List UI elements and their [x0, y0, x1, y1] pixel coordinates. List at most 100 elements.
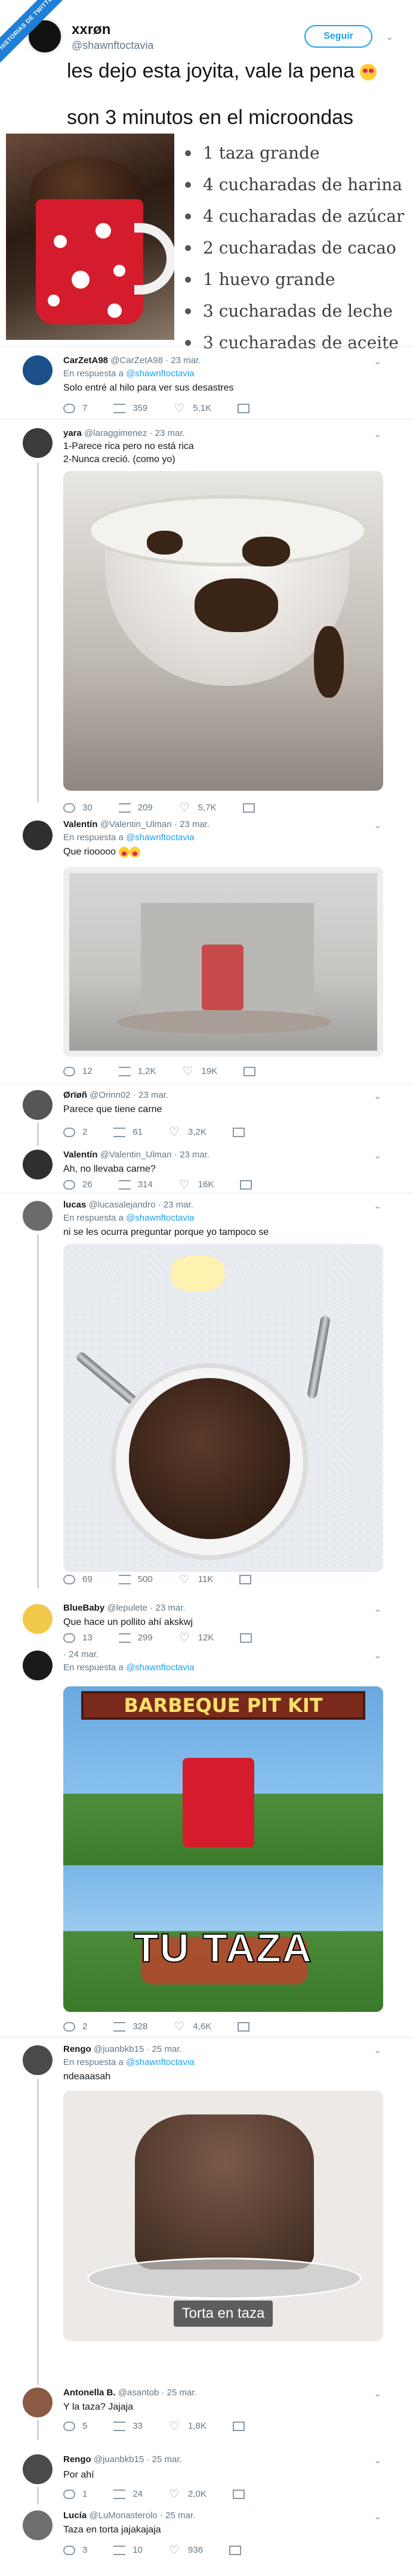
- retweet-button[interactable]: 359: [113, 403, 147, 413]
- retweet-button[interactable]: 10: [113, 2545, 143, 2555]
- tweet-photo[interactable]: [6, 134, 174, 340]
- cake: [129, 1378, 290, 1539]
- avatar[interactable]: [23, 1090, 53, 1120]
- retweet-button[interactable]: 1,2K: [118, 1066, 156, 1076]
- chevron-down-icon[interactable]: ⌄: [374, 2454, 381, 2466]
- retweet-button[interactable]: 33: [113, 2421, 143, 2431]
- reply-icon: [63, 2421, 75, 2431]
- chevron-down-icon[interactable]: ⌄: [374, 2388, 381, 2399]
- reply-to-link[interactable]: @shawnftoctavia: [126, 832, 194, 843]
- author-name[interactable]: xxrøn: [72, 21, 153, 38]
- avatar[interactable]: [23, 1651, 53, 1680]
- reply-button[interactable]: 26: [63, 1179, 93, 1190]
- tweet-actions: 1 24 2,0K: [63, 2487, 278, 2501]
- dm-button[interactable]: [240, 1179, 259, 1190]
- chevron-down-icon[interactable]: ⌄: [374, 2510, 381, 2522]
- reply-header: CarZetA98 @CarZetA98 · 23 mar.: [63, 355, 201, 366]
- avatar[interactable]: [23, 1201, 53, 1231]
- reply-to-link[interactable]: @shawnftoctavia: [126, 369, 194, 379]
- dm-button[interactable]: [244, 1066, 263, 1076]
- dm-button[interactable]: [232, 2421, 252, 2431]
- avatar[interactable]: [23, 428, 53, 458]
- envelope-icon: [239, 1574, 252, 1584]
- heart-icon: [169, 2487, 181, 2501]
- avatar[interactable]: [23, 2510, 53, 2540]
- reply-button[interactable]: 5: [63, 2421, 87, 2431]
- chevron-down-icon[interactable]: ⌄: [374, 1150, 381, 1162]
- main-author[interactable]: xxrøn @shawnftoctavia: [26, 18, 153, 55]
- heart-icon: [174, 401, 186, 416]
- avatar[interactable]: [23, 1150, 53, 1179]
- reply-text: Que hace un pollito ahí akskwj: [63, 1617, 193, 1627]
- thread-line: [37, 2079, 39, 2385]
- reply-to-link[interactable]: @shawnftoctavia: [126, 1662, 194, 1673]
- dm-button[interactable]: [240, 1633, 259, 1643]
- reply-text: ni se les ocurra preguntar porque yo tam…: [63, 1227, 269, 1237]
- chevron-down-icon[interactable]: ⌄: [374, 1649, 381, 1661]
- dm-button[interactable]: [232, 2489, 252, 2499]
- like-button[interactable]: 2,0K: [169, 2487, 207, 2501]
- avatar[interactable]: [23, 2454, 53, 2484]
- chevron-down-icon[interactable]: ⌄: [374, 1090, 381, 1102]
- reply-photo[interactable]: BARBEQUE PIT KIT TU TAZA: [63, 1686, 383, 2012]
- like-button[interactable]: 19K: [183, 1064, 218, 1079]
- like-button[interactable]: 5,7K: [179, 800, 217, 815]
- reply-photo[interactable]: [63, 867, 383, 1057]
- retweet-button[interactable]: 61: [113, 1127, 143, 1137]
- reply-button[interactable]: 2: [63, 2021, 87, 2032]
- reply-tweet: Valentín @Valentin_Ulman · 23 mar. ⌄ Ah,…: [0, 1146, 413, 1193]
- chevron-down-icon[interactable]: ⌄: [374, 1603, 381, 1615]
- reply-to-link[interactable]: @shawnftoctavia: [126, 2057, 194, 2067]
- retweet-button[interactable]: 299: [118, 1633, 153, 1643]
- reply-button[interactable]: 13: [63, 1633, 93, 1643]
- tweet-actions: 12 1,2K 19K: [63, 1064, 289, 1079]
- follow-button[interactable]: Seguir: [304, 25, 372, 48]
- reply-to-link[interactable]: @shawnftoctavia: [126, 1213, 194, 1223]
- dm-button[interactable]: [238, 403, 257, 413]
- reply-text: Y la taza? Jajaja: [63, 2402, 134, 2412]
- chevron-down-icon[interactable]: ⌄: [374, 428, 381, 440]
- reply-button[interactable]: 7: [63, 403, 87, 413]
- avatar[interactable]: [23, 2388, 53, 2417]
- retweet-button[interactable]: 500: [118, 1574, 153, 1584]
- reply-photo[interactable]: [63, 471, 383, 791]
- like-button[interactable]: 16K: [179, 1177, 214, 1192]
- retweet-button[interactable]: 24: [113, 2489, 143, 2499]
- like-button[interactable]: 12K: [179, 1630, 214, 1645]
- chevron-down-icon[interactable]: ⌄: [386, 31, 393, 43]
- dm-button[interactable]: [229, 2545, 248, 2555]
- reply-button[interactable]: 3: [63, 2545, 87, 2555]
- chevron-down-icon[interactable]: ⌄: [374, 2044, 381, 2056]
- dm-button[interactable]: [242, 803, 262, 813]
- reply-tweet: yara @laraggimenez · 23 mar. ⌄ 1-Parece …: [0, 421, 413, 815]
- like-button[interactable]: 936: [169, 2543, 203, 2558]
- dm-button[interactable]: [239, 1574, 258, 1584]
- reply-photo[interactable]: [63, 1244, 383, 1572]
- chevron-down-icon[interactable]: ⌄: [374, 355, 381, 367]
- avatar[interactable]: [23, 355, 53, 385]
- avatar[interactable]: [23, 2045, 53, 2075]
- retweet-button[interactable]: 209: [118, 803, 153, 813]
- in-reply-to: En respuesta a @shawnftoctavia: [63, 1662, 195, 1673]
- dm-button[interactable]: [238, 2021, 257, 2032]
- reply-photo[interactable]: Torta en taza: [63, 2091, 383, 2341]
- reply-button[interactable]: 69: [63, 1574, 93, 1584]
- like-button[interactable]: 4,6K: [174, 2019, 211, 2034]
- chevron-down-icon[interactable]: ⌄: [374, 819, 381, 831]
- avatar[interactable]: [23, 1604, 53, 1634]
- retweet-icon: [118, 803, 131, 813]
- dm-button[interactable]: [232, 1127, 252, 1137]
- avatar[interactable]: [23, 821, 53, 850]
- like-button[interactable]: 1,8K: [169, 2419, 207, 2433]
- like-button[interactable]: 3,2K: [169, 1125, 207, 1140]
- retweet-button[interactable]: 314: [118, 1179, 153, 1190]
- chevron-down-icon[interactable]: ⌄: [374, 1200, 381, 1212]
- reply-button[interactable]: 30: [63, 803, 93, 813]
- like-button[interactable]: 5,1K: [174, 401, 211, 416]
- reply-button[interactable]: 12: [63, 1066, 93, 1076]
- retweet-button[interactable]: 328: [113, 2021, 147, 2032]
- like-button[interactable]: 11K: [179, 1572, 214, 1587]
- author-handle[interactable]: @shawnftoctavia: [72, 39, 153, 52]
- reply-button[interactable]: 1: [63, 2489, 87, 2499]
- reply-button[interactable]: 2: [63, 1127, 87, 1137]
